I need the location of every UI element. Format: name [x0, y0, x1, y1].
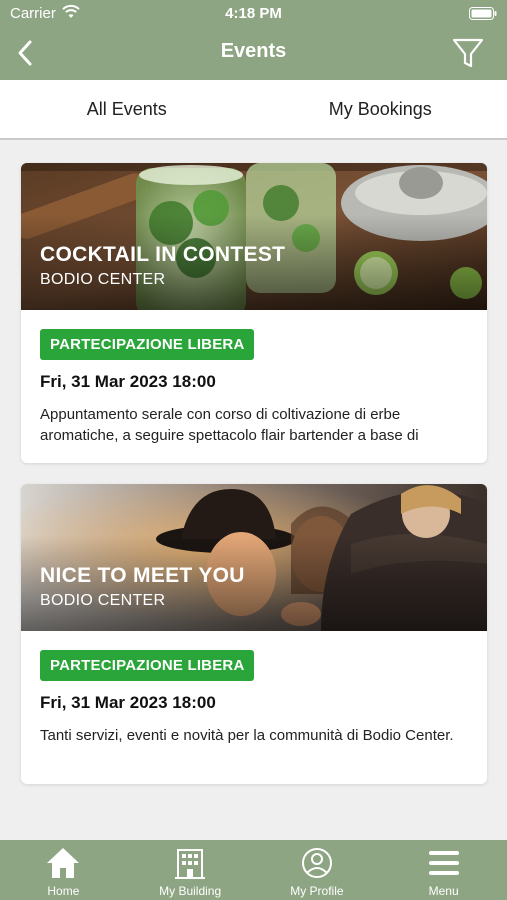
bottom-nav-label: My Profile [290, 884, 344, 898]
events-screen: Carrier 4:18 PM Events All Events My Boo… [0, 0, 507, 900]
event-details: PARTECIPAZIONE LIBERA Fri, 31 Mar 2023 1… [21, 310, 487, 446]
bottom-nav-label: Menu [428, 884, 459, 898]
status-badge: PARTECIPAZIONE LIBERA [40, 650, 255, 681]
event-location: BODIO CENTER [40, 592, 166, 609]
event-card[interactable]: NICE TO MEET YOU BODIO CENTER PARTECIPAZ… [21, 484, 487, 784]
page-title: Events [220, 40, 287, 62]
navigation-bar: Events [0, 28, 507, 80]
event-description: Appuntamento serale con corso di coltiva… [40, 406, 419, 444]
filter-icon[interactable] [451, 36, 485, 70]
event-description: Tanti servizi, eventi e novità per la co… [40, 727, 454, 744]
event-image: NICE TO MEET YOU BODIO CENTER [21, 484, 487, 631]
event-title: NICE TO MEET YOU [40, 564, 245, 587]
profile-icon [301, 848, 332, 878]
bottom-nav-my-profile[interactable]: My Profile [254, 840, 381, 900]
tab-my-bookings[interactable]: My Bookings [254, 80, 507, 138]
event-details: PARTECIPAZIONE LIBERA Fri, 31 Mar 2023 1… [21, 631, 487, 767]
event-title: COCKTAIL IN CONTEST [40, 243, 286, 266]
segmented-tabs: All Events My Bookings [0, 80, 507, 140]
battery-icon [469, 7, 497, 20]
home-icon [47, 848, 80, 878]
bottom-nav-home[interactable]: Home [0, 840, 127, 900]
event-image: COCKTAIL IN CONTEST BODIO CENTER [21, 163, 487, 310]
status-badge: PARTECIPAZIONE LIBERA [40, 329, 255, 360]
event-date: Fri, 31 Mar 2023 18:00 [40, 372, 216, 391]
clock: 4:18 PM [225, 5, 282, 22]
bottom-nav-label: Home [47, 884, 80, 898]
menu-icon [428, 851, 459, 875]
bottom-tab-bar: Home My Building My Profile Menu [0, 840, 507, 900]
bottom-nav-my-building[interactable]: My Building [127, 840, 254, 900]
bottom-nav-menu[interactable]: Menu [380, 840, 507, 900]
event-card[interactable]: COCKTAIL IN CONTEST BODIO CENTER PARTECI… [21, 163, 487, 463]
building-icon [175, 849, 206, 879]
event-location: BODIO CENTER [40, 271, 166, 288]
tab-all-events[interactable]: All Events [0, 80, 254, 138]
event-date: Fri, 31 Mar 2023 18:00 [40, 693, 216, 712]
bottom-nav-label: My Building [159, 884, 222, 898]
status-bar: Carrier 4:18 PM [0, 0, 507, 28]
